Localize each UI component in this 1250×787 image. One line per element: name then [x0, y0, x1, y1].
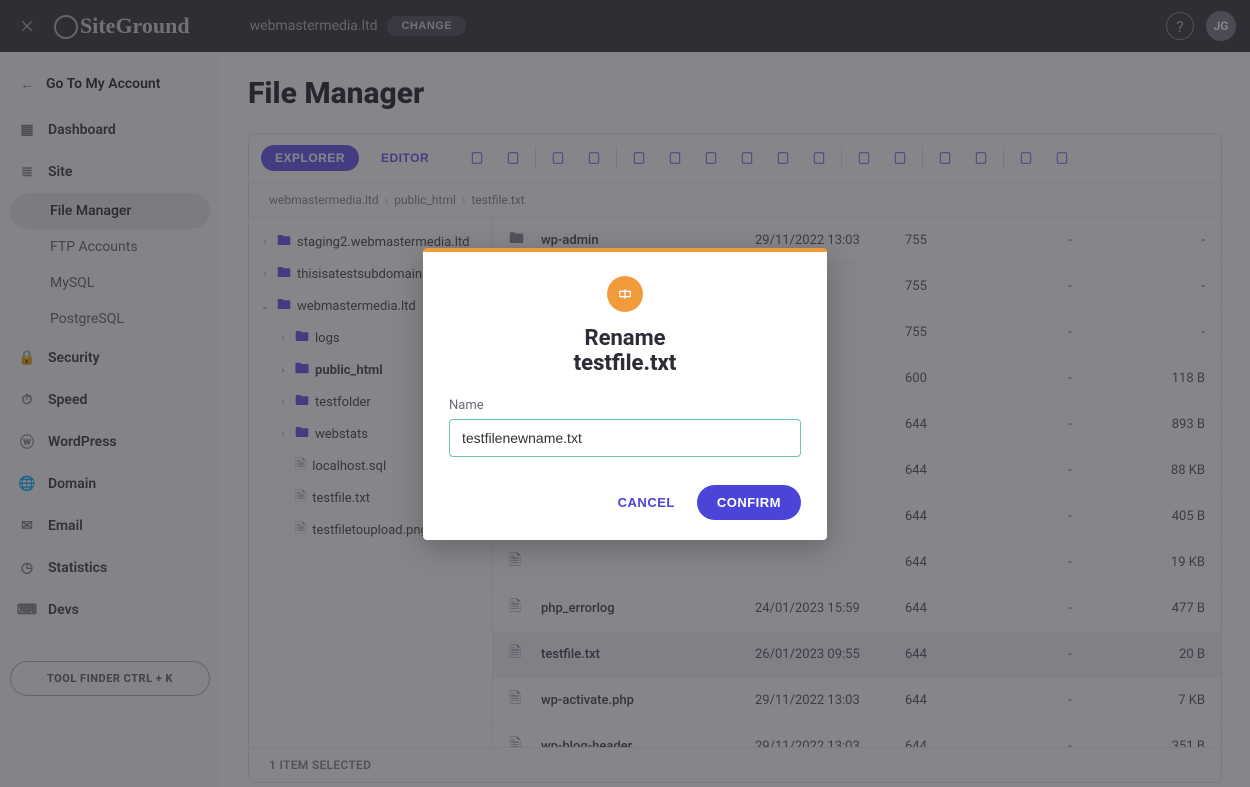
cancel-button[interactable]: CANCEL: [618, 495, 675, 510]
modal-title: Rename: [449, 326, 801, 351]
name-label: Name: [449, 398, 801, 413]
modal-subject: testfile.txt: [449, 351, 801, 376]
confirm-button[interactable]: CONFIRM: [697, 485, 801, 520]
rename-input[interactable]: [449, 419, 801, 457]
rename-modal: Rename testfile.txt Name CANCEL CONFIRM: [423, 248, 827, 540]
rename-icon: [607, 276, 643, 312]
modal-overlay[interactable]: Rename testfile.txt Name CANCEL CONFIRM: [0, 0, 1250, 787]
